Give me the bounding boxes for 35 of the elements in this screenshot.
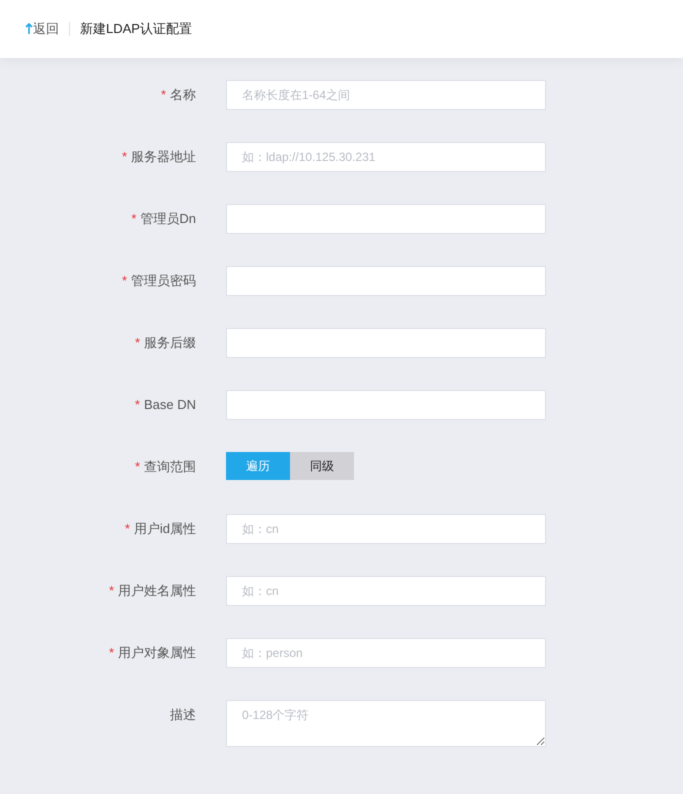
scope-option[interactable]: 同级 [290, 452, 354, 480]
required-asterisk: * [131, 210, 136, 228]
field-label: 服务后缀 [144, 334, 196, 352]
back-link[interactable]: 返回 [25, 19, 59, 39]
input-field[interactable] [226, 266, 546, 296]
field-label: Base DN [144, 396, 196, 414]
field-label: 用户对象属性 [118, 644, 196, 662]
field-label: 用户id属性 [134, 520, 196, 538]
required-asterisk: * [108, 582, 114, 600]
description-field[interactable]: 0-128个字符 [226, 700, 546, 747]
page-title: 新建LDAP认证配置 [80, 20, 192, 38]
field-label: 管理员Dn [140, 210, 196, 228]
required-asterisk: * [122, 148, 127, 166]
input-field[interactable]: 如：cn [226, 576, 546, 606]
field-label: 服务器地址 [131, 148, 196, 166]
required-asterisk: * [134, 396, 140, 414]
up-arrow-icon [25, 23, 33, 35]
required-asterisk: * [124, 520, 130, 538]
input-field[interactable]: 如：cn [226, 514, 546, 544]
required-asterisk: * [134, 458, 140, 476]
input-field[interactable] [226, 390, 546, 420]
field-label: 查询范围 [144, 458, 196, 476]
field-label: 用户姓名属性 [118, 582, 196, 600]
required-asterisk: * [108, 644, 114, 662]
input-field[interactable]: 如：ldap://10.125.30.231 [226, 142, 546, 172]
input-field[interactable] [226, 328, 546, 358]
field-label: 管理员密码 [131, 272, 196, 290]
required-asterisk: * [122, 272, 127, 290]
required-asterisk: * [134, 334, 140, 352]
required-asterisk: * [160, 86, 166, 104]
input-field[interactable] [226, 204, 546, 234]
input-field[interactable]: 名称长度在1-64之间 [226, 80, 546, 110]
field-label: 名称 [170, 86, 196, 104]
input-field[interactable]: 如：person [226, 638, 546, 668]
field-label: 描述 [170, 706, 196, 724]
